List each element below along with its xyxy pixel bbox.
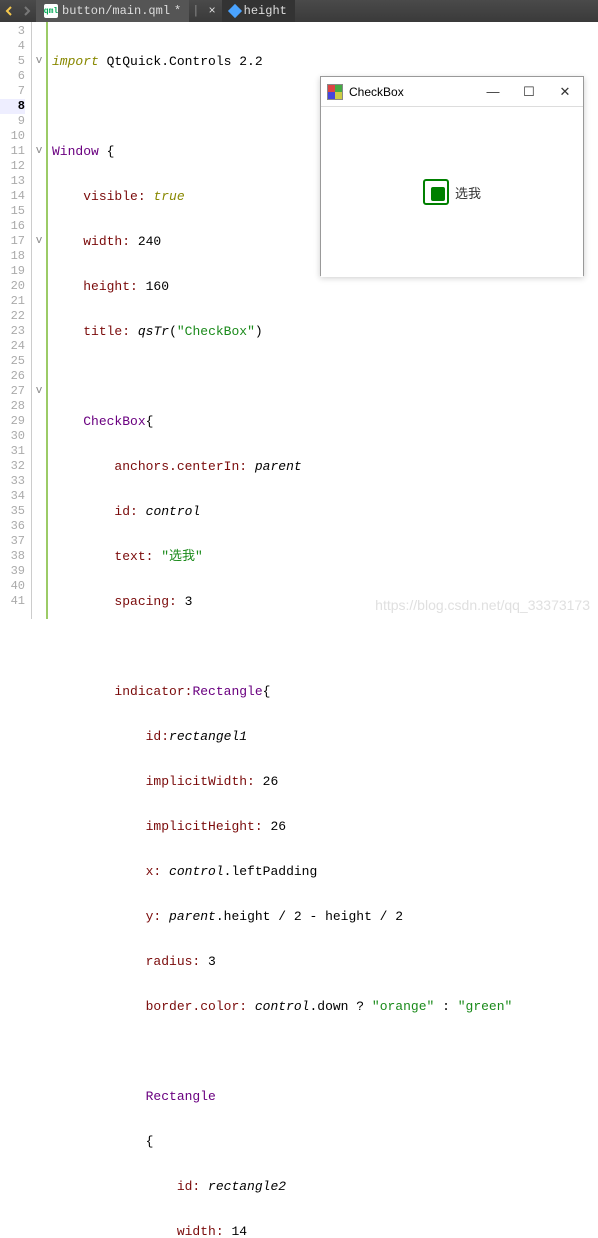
line-number-gutter: 3 4 5 6 7 8 9 10 11 12 13 14 15 16 17 18… [0, 22, 32, 619]
code-line: height: 160 [48, 279, 598, 294]
line-number: 18 [0, 249, 25, 264]
nav-back-button[interactable] [0, 6, 18, 16]
line-number: 21 [0, 294, 25, 309]
fold-toggle[interactable]: v [32, 234, 46, 249]
fold-toggle[interactable]: v [32, 144, 46, 159]
fold-toggle[interactable]: v [32, 54, 46, 69]
code-line [48, 639, 598, 654]
tab-symbol-name: height [244, 4, 287, 18]
tab-bar: qml button/main.qml * | × height [0, 0, 598, 22]
line-number: 12 [0, 159, 25, 174]
line-number: 38 [0, 549, 25, 564]
code-line [48, 1044, 598, 1059]
line-number: 3 [0, 24, 25, 39]
code-line: title: qsTr("CheckBox") [48, 324, 598, 339]
line-number: 24 [0, 339, 25, 354]
line-number: 19 [0, 264, 25, 279]
checkbox-label: 选我 [455, 183, 481, 202]
window-title: CheckBox [349, 85, 475, 99]
tab-modified-marker: * [174, 4, 181, 18]
code-line: { [48, 1134, 598, 1149]
checkbox[interactable]: 选我 [423, 179, 481, 205]
code-line: implicitWidth: 26 [48, 774, 598, 789]
line-number: 41 [0, 594, 25, 609]
line-number: 10 [0, 129, 25, 144]
app-icon [327, 84, 343, 100]
code-line: id: control [48, 504, 598, 519]
line-number: 15 [0, 204, 25, 219]
code-line: Rectangle [48, 1089, 598, 1104]
line-number: 31 [0, 444, 25, 459]
line-number: 40 [0, 579, 25, 594]
tab-symbol[interactable]: height [222, 0, 295, 22]
line-number: 23 [0, 324, 25, 339]
line-number: 27 [0, 384, 25, 399]
line-number: 39 [0, 564, 25, 579]
line-number: 35 [0, 504, 25, 519]
line-number: 16 [0, 219, 25, 234]
line-number: 25 [0, 354, 25, 369]
line-number: 37 [0, 534, 25, 549]
app-window[interactable]: CheckBox — ☐ ✕ 选我 [320, 76, 584, 276]
checkbox-indicator[interactable] [423, 179, 449, 205]
code-line: CheckBox{ [48, 414, 598, 429]
window-close-button[interactable]: ✕ [547, 77, 583, 106]
line-number: 11 [0, 144, 25, 159]
line-number: 33 [0, 474, 25, 489]
code-line: radius: 3 [48, 954, 598, 969]
diamond-icon [228, 4, 242, 18]
line-number: 9 [0, 114, 25, 129]
code-line: indicator:Rectangle{ [48, 684, 598, 699]
code-line: y: parent.height / 2 - height / 2 [48, 909, 598, 924]
tab-file[interactable]: qml button/main.qml * [36, 0, 189, 22]
line-number: 4 [0, 39, 25, 54]
line-number: 17 [0, 234, 25, 249]
line-number: 6 [0, 69, 25, 84]
window-titlebar[interactable]: CheckBox — ☐ ✕ [321, 77, 583, 107]
line-number: 20 [0, 279, 25, 294]
line-number: 7 [0, 84, 25, 99]
tab-close-button[interactable]: × [202, 4, 221, 18]
window-minimize-button[interactable]: — [475, 77, 511, 106]
code-line: id: rectangle2 [48, 1179, 598, 1194]
line-number: 13 [0, 174, 25, 189]
tab-separator: | [189, 4, 202, 18]
fold-column: v v v v [32, 22, 46, 619]
line-number: 5 [0, 54, 25, 69]
line-number-current: 8 [0, 99, 25, 114]
code-line: import QtQuick.Controls 2.2 [48, 54, 598, 69]
code-line: x: control.leftPadding [48, 864, 598, 879]
code-line: width: 14 [48, 1224, 598, 1238]
code-line: implicitHeight: 26 [48, 819, 598, 834]
line-number: 28 [0, 399, 25, 414]
code-line: id:rectangel1 [48, 729, 598, 744]
line-number: 30 [0, 429, 25, 444]
code-line: anchors.centerIn: parent [48, 459, 598, 474]
code-line [48, 369, 598, 384]
watermark: https://blog.csdn.net/qq_33373173 [375, 598, 590, 613]
line-number: 32 [0, 459, 25, 474]
line-number: 36 [0, 519, 25, 534]
fold-toggle[interactable]: v [32, 384, 46, 399]
tab-file-path: button/main.qml [62, 4, 170, 18]
code-line: text: "选我" [48, 549, 598, 564]
code-line: border.color: control.down ? "orange" : … [48, 999, 598, 1014]
line-number: 29 [0, 414, 25, 429]
window-maximize-button[interactable]: ☐ [511, 77, 547, 106]
line-number: 26 [0, 369, 25, 384]
window-client-area: 选我 [321, 107, 583, 277]
checkbox-fill [431, 187, 445, 201]
line-number: 14 [0, 189, 25, 204]
line-number: 22 [0, 309, 25, 324]
qml-file-icon: qml [44, 4, 58, 18]
nav-forward-button[interactable] [18, 6, 36, 16]
line-number: 34 [0, 489, 25, 504]
